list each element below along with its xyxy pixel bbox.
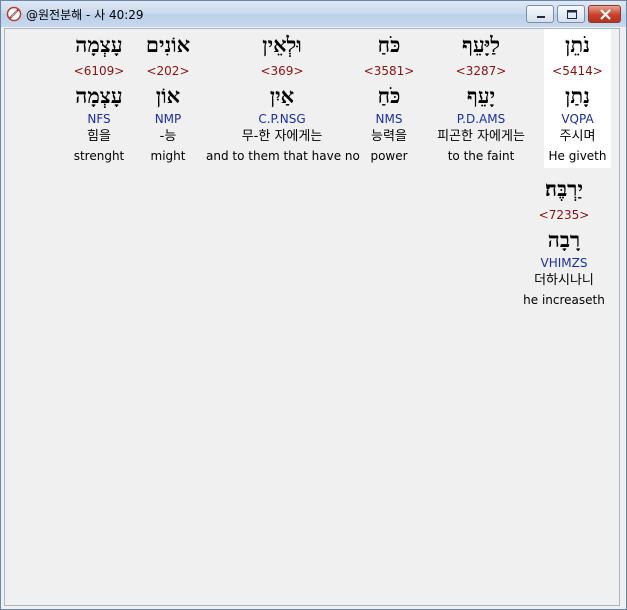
title-bar[interactable]: @원전분해 - 사 40:29: [1, 1, 626, 27]
app-window: @원전분해 - 사 40:29 נֹתֵן <5414> נָתַן VQPA …: [0, 0, 627, 610]
korean-gloss: 무-한 자에게는: [241, 129, 323, 144]
english-gloss: strenght: [73, 149, 125, 163]
english-gloss: to the faint: [447, 149, 515, 163]
hebrew-lemma: כֹּחַ: [377, 83, 401, 108]
parse-code: C.P.NSG: [258, 112, 306, 126]
hebrew-lemma: אַיִן: [269, 83, 295, 108]
strong-number: <3287>: [455, 64, 507, 78]
word-tile[interactable]: עָצְמָה <6109> עָצְמָה NFS 힘을 strenght: [64, 29, 134, 168]
strong-number: <202>: [146, 64, 190, 78]
hebrew-surface: לַיָּעֵף: [461, 32, 501, 57]
parse-code: NMP: [154, 112, 182, 126]
window-title: @원전분해 - 사 40:29: [26, 8, 144, 22]
hebrew-lemma: עָצְמָה: [75, 83, 123, 108]
hebrew-lemma: נָתַן: [565, 83, 590, 108]
word-analysis-panel: נֹתֵן <5414> נָתַן VQPA 주시며 He giveth לַ…: [4, 28, 620, 606]
hebrew-surface: יַרְבֶּה׃: [544, 176, 584, 201]
strong-number: <369>: [260, 64, 304, 78]
compass-app-icon[interactable]: [6, 6, 22, 22]
word-tile[interactable]: יַרְבֶּה׃ <7235> רָבָה VHIMZS 더하시나니 he i…: [517, 173, 611, 312]
hebrew-surface: כֹּחַ: [377, 32, 401, 57]
english-gloss: He giveth: [548, 149, 607, 163]
korean-gloss: 능력을: [371, 129, 407, 144]
korean-gloss: 피곤한 자에게는: [437, 129, 525, 144]
korean-gloss: -능: [159, 129, 177, 144]
english-gloss: power: [370, 149, 408, 163]
parse-code: NFS: [87, 112, 111, 126]
strong-number: <5414>: [552, 64, 603, 78]
word-tile[interactable]: כֹּחַ <3581> כֹּחַ NMS 능력을 power: [360, 29, 418, 168]
word-tile[interactable]: וּלְאֵין <369> אַיִן C.P.NSG 무-한 자에게는 an…: [206, 29, 360, 168]
hebrew-lemma: אוֹן: [155, 83, 181, 108]
english-gloss: and to them that have no: [206, 149, 360, 163]
word-tile[interactable]: אוֹנִים <202> אוֹן NMP -능 might: [136, 29, 200, 168]
close-button[interactable]: [588, 5, 621, 23]
hebrew-surface: וּלְאֵין: [262, 32, 302, 57]
hebrew-lemma: רָבָה: [547, 227, 581, 252]
strong-number: <3581>: [363, 64, 415, 78]
hebrew-surface: נֹתֵן: [565, 32, 590, 57]
minimize-icon: [537, 16, 545, 18]
hebrew-lemma: יָעֵף: [466, 83, 496, 108]
parse-code: P.D.AMS: [456, 112, 506, 126]
close-icon: [600, 9, 611, 20]
parse-code: VQPA: [561, 112, 594, 126]
korean-gloss: 힘을: [87, 129, 111, 144]
hebrew-surface: עָצְמָה: [75, 32, 123, 57]
maximize-button[interactable]: [557, 5, 585, 23]
korean-gloss: 더하시나니: [534, 273, 594, 288]
strong-number: <6109>: [73, 64, 125, 78]
english-gloss: might: [150, 149, 186, 163]
minimize-button[interactable]: [526, 5, 554, 23]
word-tile[interactable]: נֹתֵן <5414> נָתַן VQPA 주시며 He giveth: [544, 29, 611, 168]
word-tile[interactable]: לַיָּעֵף <3287> יָעֵף P.D.AMS 피곤한 자에게는 t…: [423, 29, 539, 168]
parse-code: VHIMZS: [540, 256, 588, 270]
maximize-icon: [567, 10, 577, 19]
strong-number: <7235>: [538, 208, 590, 222]
korean-gloss: 주시며: [559, 129, 596, 144]
parse-code: NMS: [375, 112, 403, 126]
hebrew-surface: אוֹנִים: [145, 32, 191, 57]
english-gloss: he increaseth: [523, 293, 605, 307]
